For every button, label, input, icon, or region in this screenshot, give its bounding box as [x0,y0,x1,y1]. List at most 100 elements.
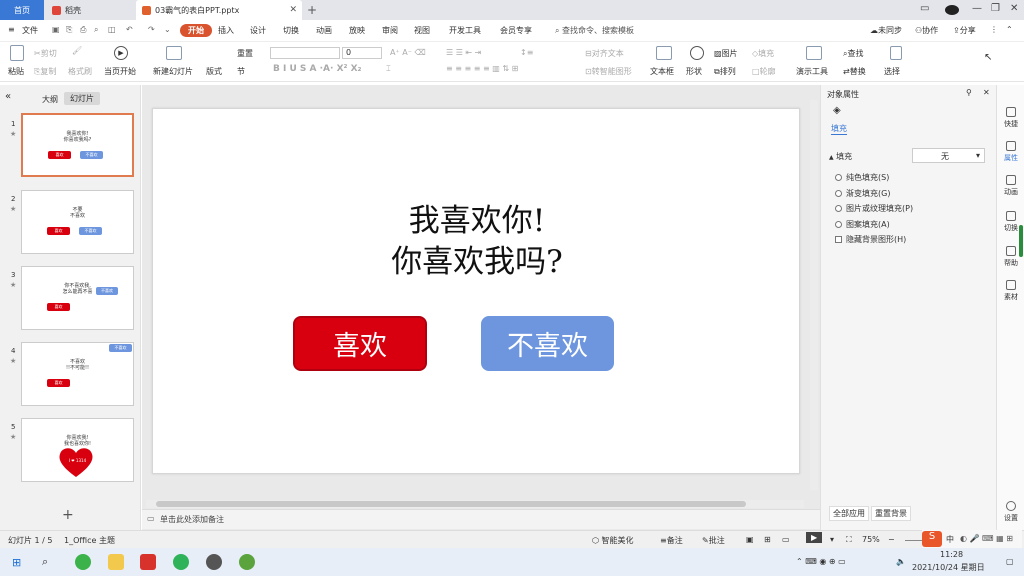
clock-time[interactable]: 11:28 [940,550,963,559]
paste-button[interactable]: 粘贴 [8,66,24,77]
font-size-select[interactable]: 0 [342,47,382,59]
export-icon[interactable]: ⎘ [66,25,72,35]
plus-icon[interactable]: + [304,0,320,20]
notes-toggle[interactable]: ≡备注 [660,535,683,546]
fill-option-gradient[interactable]: 渐变填充(G) [835,188,890,199]
smart-shape-button[interactable]: ⊡转智能图形 [585,66,632,77]
print-icon[interactable]: ⎙ [80,25,86,35]
command-search[interactable]: ⌕ 查找命令、搜索模板 [555,25,634,36]
fill-section-header[interactable]: ▲ 填充 [829,151,852,162]
rail-settings[interactable]: 设置 [997,501,1024,523]
notification-icon[interactable]: ▢ [1006,557,1014,566]
menu-insert[interactable]: 插入 [218,25,234,36]
fill-button[interactable]: ◇填充 [752,48,774,59]
menu-developer[interactable]: 开发工具 [449,25,481,36]
close-pane-icon[interactable]: ✕ [983,88,990,97]
clock-date[interactable]: 2021/10/24 星期日 [912,562,985,573]
paste-icon[interactable] [10,45,24,61]
rail-properties[interactable]: 属性 [997,141,1024,163]
rail-quick[interactable]: 快捷 [997,107,1024,129]
minimize-icon[interactable]: — [972,3,982,14]
pin-icon[interactable]: ⚲ [966,88,972,97]
collapse-panel-icon[interactable]: « [5,91,11,102]
fill-option-picture[interactable]: 图片或纹理填充(P) [835,203,913,214]
menu-view[interactable]: 视图 [414,25,430,36]
collapse-ribbon-icon[interactable]: ⌃ [1006,25,1013,34]
menu-member[interactable]: 会员专享 [500,25,532,36]
smart-beautify-button[interactable]: ⬡ 智能美化 [592,535,634,546]
fill-option-solid[interactable]: 纯色填充(S) [835,172,889,183]
cut-button[interactable]: ✂剪切 [34,48,57,59]
slide-thumb-5[interactable]: 你喜欢我! 我也喜欢你! I ❤ 1314 [21,418,134,482]
current-slide[interactable]: 我喜欢你! 你喜欢我吗? 喜欢 不喜欢 [152,108,800,474]
layout-button[interactable]: 版式 [206,66,222,77]
hamburger-icon[interactable]: ≡ [8,25,15,34]
section-button[interactable]: 节 [237,66,245,77]
tab-outline[interactable]: 大纲 [42,94,58,105]
normal-view-icon[interactable]: ▣ [746,535,754,544]
zoom-out-icon[interactable]: − [888,535,895,544]
tab-fill[interactable]: 填充 [831,123,847,135]
new-slide-button[interactable]: 新建幻灯片 [153,66,193,77]
format-painter-button[interactable]: 格式刷 [68,66,92,77]
fill-bucket-icon[interactable]: ◈ [833,105,841,116]
font-grow-icon[interactable]: A⁺ A⁻ ⌫ [390,48,426,57]
windows-start-icon[interactable]: ⊞ [12,556,21,569]
slide-thumb-1[interactable]: 我喜欢你! 你喜欢我吗? 喜欢 不喜欢 [21,113,134,177]
window-layout-icon[interactable]: ▭ [920,3,929,14]
rail-animation[interactable]: 动画 [997,175,1024,197]
zoom-level[interactable]: 75% [862,535,880,544]
tab-document[interactable]: 03霸气的表白PPT.pptx ✕ [136,0,302,20]
align-text-button[interactable]: ⊟对齐文本 [585,48,624,59]
sorter-view-icon[interactable]: ⊞ [764,535,771,544]
line-spacing-icon[interactable]: ↕≡ [520,48,533,57]
chevron-down-icon[interactable]: ▾ [830,535,834,544]
menu-file[interactable]: 文件 [22,25,38,36]
save-icon[interactable]: ▣ [52,25,60,34]
slide-thumb-2[interactable]: 不要 不喜欢 喜欢 不喜欢 [21,190,134,254]
vertical-scrollbar[interactable] [810,100,818,490]
web-browser-icon[interactable] [239,554,255,570]
font-style-icons[interactable]: B I U S A ·A· X² X₂ [273,64,361,74]
volume-icon[interactable]: 🔈 [896,557,906,566]
sync-status[interactable]: ☁未同步 [870,25,902,36]
preview-icon-2[interactable]: ◫ [108,25,116,34]
menu-animation[interactable]: 动画 [316,25,332,36]
replace-button[interactable]: ⇄替换 [843,66,866,77]
dislike-button[interactable]: 不喜欢 [481,316,614,371]
menu-start[interactable]: 开始 [180,24,212,37]
fill-select[interactable]: 无 ▾ [912,148,985,163]
horizontal-scrollbar[interactable] [146,500,804,508]
slide-thumb-4[interactable]: 不喜欢 !!不可能!! 喜欢 不喜欢 [21,342,134,406]
preview-icon[interactable]: ⌕ [94,25,98,35]
font-name-select[interactable] [270,47,340,59]
undo-icon[interactable]: ↶ [126,25,133,34]
slide-title[interactable]: 我喜欢你! 你喜欢我吗? [153,201,801,283]
add-slide-button[interactable]: + [62,507,74,523]
char-spacing-icon[interactable]: ⌶ [386,64,391,74]
wps-icon[interactable] [140,554,156,570]
tray-icons[interactable]: ⌃ ⌨ ◉ ⊕ ▭ [796,557,846,566]
chat-app-icon[interactable] [173,554,189,570]
hide-bg-graphics-checkbox[interactable]: 隐藏背景图形(H) [835,234,906,245]
share-button[interactable]: ⇪分享 [953,25,976,36]
menu-transition[interactable]: 切换 [283,25,299,36]
menu-slideshow[interactable]: 放映 [349,25,365,36]
presentation-tools-button[interactable]: 演示工具 [796,66,828,77]
fit-window-icon[interactable]: ⛶ [846,535,852,545]
find-button[interactable]: ⌕查找 [843,48,863,59]
tab-home[interactable]: 首页 [0,0,44,20]
rail-materials[interactable]: 素材 [997,280,1024,302]
scrollbar-thumb[interactable] [156,501,746,507]
theme-name[interactable]: 1_Office 主题 [64,535,115,546]
sogou-ime-icon[interactable]: S [922,531,942,547]
menu-review[interactable]: 审阅 [382,25,398,36]
arrange-button[interactable]: ⧉排列 [714,66,736,77]
chevron-down-icon[interactable]: ⌄ [164,25,171,34]
like-button[interactable]: 喜欢 [293,316,427,371]
copy-button[interactable]: ⎘复制 [34,66,56,77]
search-icon[interactable]: ⌕ [42,555,48,569]
apply-all-button[interactable]: 全部应用 [829,506,869,521]
comments-toggle[interactable]: ✎批注 [702,535,725,546]
textbox-button[interactable]: 文本框 [650,66,674,77]
